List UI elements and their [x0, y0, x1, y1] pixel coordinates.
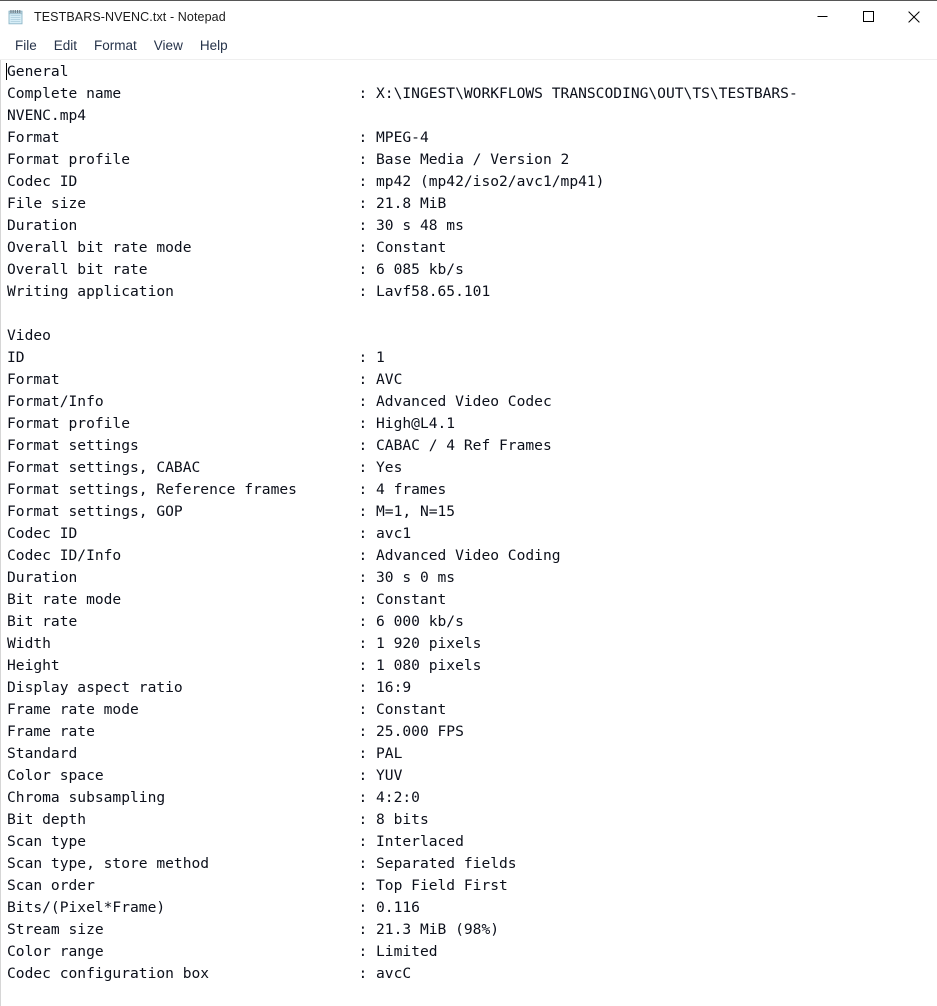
text-line: Bit rate : 6 000 kb/s	[7, 613, 464, 630]
title-bar: TESTBARS-NVENC.txt - Notepad	[0, 1, 937, 32]
text-line: Format : MPEG-4	[7, 129, 429, 146]
notepad-icon	[7, 8, 25, 26]
text-line: Display aspect ratio : 16:9	[7, 679, 412, 696]
text-line: Format settings, Reference frames : 4 fr…	[7, 481, 447, 498]
text-line: Duration : 30 s 0 ms	[7, 569, 456, 586]
menu-bar: File Edit Format View Help	[0, 32, 937, 59]
menu-item-view[interactable]: View	[146, 34, 192, 57]
minimize-icon	[817, 16, 827, 17]
text-line: Stream size : 21.3 MiB (98%)	[7, 921, 500, 938]
maximize-icon	[862, 11, 874, 22]
text-line: Scan type, store method : Separated fiel…	[7, 855, 517, 872]
text-line: Color space : YUV	[7, 767, 403, 784]
text-line: NVENC.mp4	[7, 107, 87, 124]
text-line: Codec ID : mp42 (mp42/iso2/avc1/mp41)	[7, 173, 605, 190]
text-line: Writing application : Lavf58.65.101	[7, 283, 491, 300]
text-line: Format/Info : Advanced Video Codec	[7, 393, 552, 410]
window-controls	[799, 1, 937, 32]
menu-item-file[interactable]: File	[7, 34, 46, 57]
text-line: General	[7, 63, 69, 80]
text-line: Standard : PAL	[7, 745, 403, 762]
text-line: Duration : 30 s 48 ms	[7, 217, 464, 234]
text-line	[7, 303, 937, 325]
text-line: Complete name : X:\INGEST\WORKFLOWS TRAN…	[7, 85, 798, 102]
text-line: Format settings, CABAC : Yes	[7, 459, 403, 476]
text-line: Width : 1 920 pixels	[7, 635, 482, 652]
text-line: Height : 1 080 pixels	[7, 657, 482, 674]
text-line: Scan type : Interlaced	[7, 833, 464, 850]
text-line: Codec ID : avc1	[7, 525, 412, 542]
menu-item-format[interactable]: Format	[86, 34, 146, 57]
text-line: Bits/(Pixel*Frame) : 0.116	[7, 899, 420, 916]
text-line: Codec configuration box : avcC	[7, 965, 412, 982]
text-line: ID : 1	[7, 349, 385, 366]
text-line: Format settings : CABAC / 4 Ref Frames	[7, 437, 552, 454]
text-line: Codec ID/Info : Advanced Video Coding	[7, 547, 561, 564]
text-line: Color range : Limited	[7, 943, 438, 960]
text-line: Frame rate mode : Constant	[7, 701, 447, 718]
document-text[interactable]: General Complete name : X:\INGEST\WORKFLO…	[1, 61, 937, 1006]
minimize-button[interactable]	[799, 1, 845, 32]
text-line: Chroma subsampling : 4:2:0	[7, 789, 420, 806]
text-line: Format : AVC	[7, 371, 403, 388]
text-line: Bit rate mode : Constant	[7, 591, 447, 608]
text-line: Format settings, GOP : M=1, N=15	[7, 503, 456, 520]
text-line: Frame rate : 25.000 FPS	[7, 723, 464, 740]
text-line: Format profile : Base Media / Version 2	[7, 151, 570, 168]
window-title: TESTBARS-NVENC.txt - Notepad	[34, 9, 226, 24]
notepad-window: TESTBARS-NVENC.txt - Notepad File Edit F…	[0, 0, 937, 1006]
text-line: Format profile : High@L4.1	[7, 415, 456, 432]
close-button[interactable]	[891, 1, 937, 32]
text-line: Bit depth : 8 bits	[7, 811, 429, 828]
text-line: Scan order : Top Field First	[7, 877, 508, 894]
close-icon	[908, 10, 920, 23]
text-line: File size : 21.8 MiB	[7, 195, 447, 212]
text-line: Video	[7, 327, 51, 344]
menu-item-edit[interactable]: Edit	[46, 34, 86, 57]
text-editor-area[interactable]: General Complete name : X:\INGEST\WORKFLO…	[0, 60, 937, 1006]
title-bar-left: TESTBARS-NVENC.txt - Notepad	[0, 1, 226, 32]
text-caret	[6, 63, 7, 80]
text-line: Overall bit rate : 6 085 kb/s	[7, 261, 464, 278]
text-line: Overall bit rate mode : Constant	[7, 239, 447, 256]
maximize-button[interactable]	[845, 1, 891, 32]
menu-item-help[interactable]: Help	[192, 34, 237, 57]
